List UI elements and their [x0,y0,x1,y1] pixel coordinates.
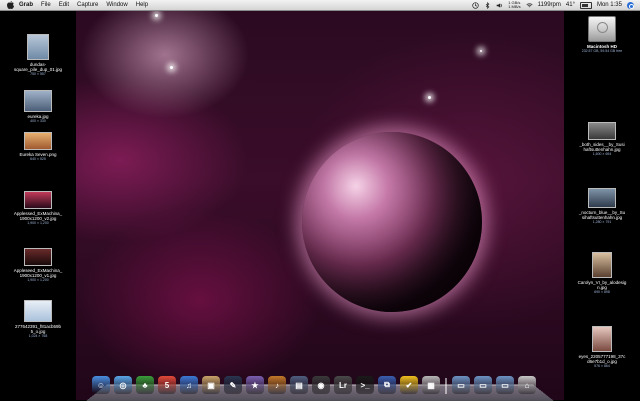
dock: ☺ ◎ ♣ 5 ♫ ▣ ✎ ★ ♪ ▤ ◉ Lr >_ ⧉ ✔ ▦ ▭ ▭ ▭ ⌂ [92,372,548,394]
desktop-file-meta: 576 × 864 [594,364,610,368]
desktop-file-meta: 1,280 × 791 [592,220,612,224]
desktop-file-meta: 750 × 557 [30,72,46,76]
file-thumbnail [24,191,52,209]
desktop-file-meta: 690 × 898 [594,290,610,294]
dock-separator[interactable] [445,378,447,394]
desktop-file-name: _both_sides__by_Susi haftsuttenhahn.jpg [579,142,625,152]
menu-capture[interactable]: Capture [77,0,98,10]
desktop-file-icon[interactable]: Appleseed_ExMachina_ 1900x1200_v1.jpg 1,… [0,248,76,282]
apple-menu-icon[interactable] [6,1,14,9]
itunes-icon[interactable]: ♫ [180,376,198,394]
desktop-file-icon[interactable]: Eureka Seven.png 640 × 525 [0,132,76,161]
imovie-icon[interactable]: ★ [246,376,264,394]
photoshop-icon[interactable]: ✎ [224,376,242,394]
garageband-icon[interactable]: ♪ [268,376,286,394]
spotlight-icon[interactable] [627,1,634,9]
wifi-icon[interactable] [526,2,533,9]
menu-window[interactable]: Window [106,0,127,10]
file-thumbnail [592,326,612,352]
time-machine-icon[interactable] [472,1,479,9]
desktop-file-name: _nocturn_blue__by_Su sihaftsuttenhahn.jp… [578,210,626,220]
applications-folder-icon[interactable]: ▭ [452,376,470,394]
desktop-file-meta: 1,900 × 1,200 [27,278,49,282]
adium-icon[interactable]: ♣ [136,376,154,394]
desktop-file-name: Applessed_ExMachina_ 1900x1200_v2.jpg [13,211,63,221]
network-stat-line-2: 1 MB/s [508,4,521,9]
desktop-file-name: Appleseed_ExMachina_ 1900x1200_v1.jpg [13,268,63,278]
desktop-file-meta: 400 × 330 [30,119,46,123]
volume-icon[interactable] [496,2,503,9]
menu-edit[interactable]: Edit [59,0,69,10]
desktop-file-meta: 1,024 × 768 [28,334,48,338]
desktop-file-icon[interactable]: _nocturn_blue__by_Su sihaftsuttenhahn.jp… [564,188,640,224]
ical-icon[interactable]: 5 [158,376,176,394]
menu-bar: Grab File Edit Capture Window Help 1 GB/… [0,0,640,11]
temperature-readout[interactable]: 41° [566,2,575,8]
bluetooth-icon[interactable] [484,1,491,9]
wallpaper-star [480,50,482,52]
desktop-file-meta: 1,900 × 1,200 [27,221,49,225]
remote-desktop-icon[interactable]: ⧉ [378,376,396,394]
desktop-file-name: 277642391_f81acb59b 5_o.jpg [14,324,62,334]
file-thumbnail [24,90,52,112]
things-icon[interactable]: ✔ [400,376,418,394]
file-thumbnail [24,300,52,322]
menu-help[interactable]: Help [136,0,148,10]
trash-icon[interactable]: ⌂ [518,376,536,394]
safari-icon[interactable]: ◎ [114,376,132,394]
menu-clock[interactable]: Mon 1:35 [597,2,622,8]
fan-speed-readout[interactable]: 1199rpm [538,2,561,8]
file-thumbnail [24,248,52,266]
finder-icon[interactable]: ☺ [92,376,110,394]
desktop-file-meta: 1,600 × 694 [592,152,612,156]
menu-file[interactable]: File [41,0,51,10]
photo-booth-icon[interactable]: ◉ [312,376,330,394]
preview-icon[interactable]: ▦ [422,376,440,394]
desktop-file-meta: 640 × 525 [30,157,46,161]
desktop-file-icon[interactable]: Applessed_ExMachina_ 1900x1200_v2.jpg 1,… [0,191,76,225]
wallpaper-star [428,96,431,99]
desktop-file-name: Carolyn_VI_by_alodesig n.jpg [577,280,627,290]
desktop-file-icon[interactable]: 277642391_f81acb59b 5_o.jpg 1,024 × 768 [0,300,76,338]
desktop-file-icon[interactable]: dundas- square_pile_dup_01.jpg 750 × 557 [0,34,76,76]
file-thumbnail [24,132,52,150]
downloads-folder-icon[interactable]: ▭ [496,376,514,394]
terminal-icon[interactable]: >_ [356,376,374,394]
iphoto-icon[interactable]: ▣ [202,376,220,394]
desktop-file-icon[interactable]: _both_sides__by_Susi haftsuttenhahn.jpg … [564,122,640,156]
macintosh-hd-icon[interactable]: Macintosh HD 232.57 GB, 59.54 GB free [564,16,640,53]
file-thumbnail [588,188,616,208]
lightroom-icon[interactable]: Lr [334,376,352,394]
wallpaper-star [170,66,173,69]
hard-drive-icon [588,16,616,42]
desktop-file-icon[interactable]: Carolyn_VI_by_alodesig n.jpg 690 × 898 [564,252,640,294]
menu-extras: 1 GB/s 1 MB/s 1199rpm 41° Mon 1:35 [472,0,634,10]
battery-icon[interactable] [579,1,592,9]
desktop-file-icon[interactable]: eureka.jpg 400 × 330 [0,90,76,123]
wallpaper-star [155,14,158,17]
drive-capacity: 232.57 GB, 59.54 GB free [581,49,623,53]
menu-app-name[interactable]: Grab [19,0,33,10]
file-thumbnail [27,34,49,60]
documents-folder-icon[interactable]: ▭ [474,376,492,394]
desktop-file-icon[interactable]: eyes_2205777198_37c d6e7b1d_o.jpg 576 × … [564,326,640,368]
file-thumbnail [592,252,612,278]
desktop-file-name: dundas- square_pile_dup_01.jpg [13,62,63,72]
wallpaper-planet [302,132,482,312]
expose-icon[interactable]: ▤ [290,376,308,394]
file-thumbnail [588,122,616,140]
desktop-file-name: eyes_2205777198_37c d6e7b1d_o.jpg [578,354,626,364]
network-stats[interactable]: 1 GB/s 1 MB/s [508,1,520,9]
